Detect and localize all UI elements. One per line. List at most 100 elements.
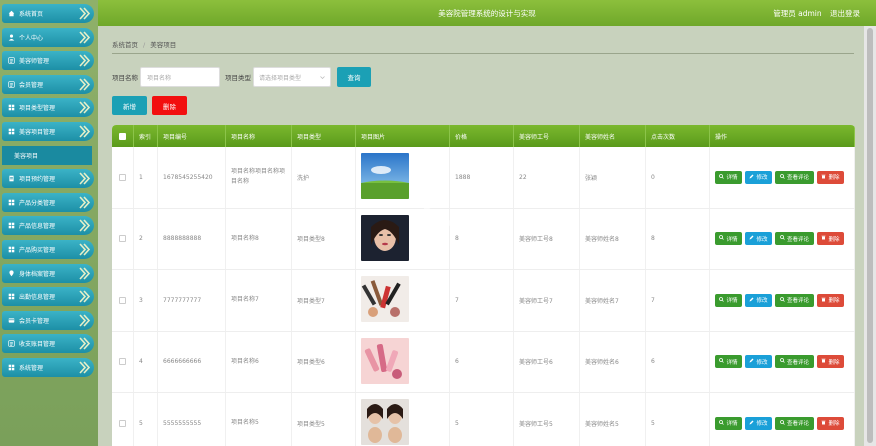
row-select[interactable]: [112, 208, 134, 269]
sidebar-item-label: 出勤信息管理: [19, 294, 56, 302]
column-header: 项目编号: [158, 125, 226, 147]
sidebar-item-1[interactable]: 个人中心: [2, 27, 94, 47]
cell-staff-no: 美容师工号7: [514, 270, 580, 331]
table-row[interactable]: 2 8888888888 项目名称8 项目类型8 8 美容师工号8 美容师姓名8 8 详情 修改查…: [112, 208, 855, 270]
sidebar-item-label: 收支账目管理: [19, 341, 56, 349]
scrollbar-thumb[interactable]: [867, 28, 873, 443]
sidebar-item-11[interactable]: 出勤信息管理: [2, 287, 94, 307]
query-button[interactable]: 查询: [337, 67, 371, 87]
checkbox[interactable]: [119, 358, 126, 366]
column-header: 项目名称: [226, 125, 292, 147]
edit-label: 修改: [756, 175, 768, 182]
sidebar-item-10[interactable]: 身体档案管理: [2, 263, 94, 283]
row-select[interactable]: [112, 147, 134, 208]
search-icon: [780, 173, 787, 181]
view-reviews-button[interactable]: 查看评论: [775, 355, 814, 369]
sidebar-item-0[interactable]: 系统首页: [2, 4, 94, 23]
sidebar-item-6[interactable]: 项目预约管理: [2, 169, 94, 189]
cell-type: 项目类型7: [292, 270, 356, 331]
cell-price: 7: [450, 270, 514, 331]
cell-actions: 详情 修改 查看评论 删除: [710, 147, 855, 208]
sidebar-item-2[interactable]: 美容师管理: [2, 51, 94, 71]
table-row[interactable]: 4 6666666666 项目名称6 项目类型6 6 美容师工号6 美容师姓名6 6 详情 修改查…: [112, 331, 855, 393]
sidebar-item-label: 身体档案管理: [19, 270, 56, 278]
delete-button[interactable]: 删除: [152, 96, 187, 115]
cell-name-text: 项目名称7: [231, 296, 259, 304]
sidebar-item-label: 个人中心: [19, 34, 44, 42]
edit-button[interactable]: 修改: [745, 293, 772, 307]
trash-icon: [821, 358, 828, 365]
sidebar-item-12[interactable]: 会员卡管理: [2, 310, 94, 330]
review-label: 查看评论: [786, 236, 809, 243]
checkbox[interactable]: [119, 235, 126, 243]
name-input[interactable]: 项目名称: [140, 67, 220, 87]
row-select[interactable]: [112, 331, 134, 392]
user-area: 管理员 admin 退出登录: [767, 8, 860, 19]
detail-button[interactable]: 详情: [715, 232, 742, 246]
sidebar-item-13[interactable]: 收支账目管理: [2, 334, 94, 354]
grid-icon: [8, 364, 15, 371]
sidebar-subitem-beauty-project[interactable]: 美容项目: [2, 145, 92, 165]
sidebar-item-7[interactable]: 产品分类管理: [2, 192, 94, 212]
detail-button[interactable]: 详情: [715, 355, 742, 369]
cell-clicks: 7: [646, 270, 710, 331]
checkbox[interactable]: [119, 132, 126, 140]
delete-label: 删除: [828, 421, 840, 428]
cell-staff-no: 美容师工号8: [514, 208, 580, 269]
detail-button[interactable]: 详情: [715, 170, 742, 184]
cell-name: 项目名称5: [226, 393, 292, 446]
sidebar-item-14[interactable]: 系统管理: [2, 357, 94, 377]
search-icon: [719, 358, 726, 365]
header-select-all[interactable]: [112, 125, 134, 147]
sidebar-item-8[interactable]: 产品信息管理: [2, 216, 94, 236]
view-reviews-button[interactable]: 查看评论: [775, 170, 814, 184]
table-row[interactable]: 1 1678545255420 项目名称项目名称项目名称 洗护 1888 22 张颖 0 详情 修…: [112, 147, 855, 209]
type-select[interactable]: 请选择项目类型: [253, 67, 331, 87]
row-delete-button[interactable]: 删除: [817, 355, 844, 369]
edit-button[interactable]: 修改: [745, 355, 772, 369]
view-reviews-button[interactable]: 查看评论: [775, 293, 814, 307]
edit-button[interactable]: 修改: [745, 170, 772, 184]
checkbox[interactable]: [119, 296, 126, 304]
cell-staff-name: 美容师姓名8: [580, 208, 646, 269]
sidebar-item-3[interactable]: 会员管理: [2, 74, 94, 94]
sidebar-item-9[interactable]: 产品购买管理: [2, 239, 94, 259]
sidebar-item-5[interactable]: 美容项目管理: [2, 121, 94, 141]
cell-staff-no: 22: [514, 147, 580, 208]
sidebar: 系统首页 个人中心 美容师管理 会员管理 项目类型管理 美容项目管理 美容项目 项目预约管理产…: [0, 0, 98, 446]
list-icon: [8, 57, 15, 64]
view-reviews-button[interactable]: 查看评论: [775, 416, 814, 430]
edit-button[interactable]: 修改: [745, 416, 772, 430]
chevron-right-icon: [79, 266, 91, 280]
table-header: 索引 项目编号 项目名称 项目类型 项目图片 价格 美容师工号 美容师姓名 点击次数 操作: [112, 125, 855, 147]
grid-icon: [8, 222, 15, 229]
detail-button[interactable]: 详情: [715, 293, 742, 307]
data-table: 索引 项目编号 项目名称 项目类型 项目图片 价格 美容师工号 美容师姓名 点击次数 操作 1 16…: [112, 125, 855, 446]
table-row[interactable]: 3 7777777777 项目名称7 项目类型7 7 美容师工号7 美容师姓名7 7 详情 修改查…: [112, 270, 855, 332]
checkbox[interactable]: [119, 419, 126, 427]
row-delete-button[interactable]: 删除: [817, 170, 844, 184]
cell-clicks: 0: [646, 147, 710, 208]
sidebar-item-4[interactable]: 项目类型管理: [2, 98, 94, 118]
row-delete-button[interactable]: 删除: [817, 232, 844, 246]
sidebar-item-label: 产品信息管理: [19, 223, 56, 231]
add-button[interactable]: 新增: [112, 96, 147, 115]
row-delete-button[interactable]: 删除: [817, 293, 844, 307]
checkbox[interactable]: [119, 173, 126, 181]
cell-price: 5: [450, 393, 514, 446]
cell-staff-name: 美容师姓名6: [580, 331, 646, 392]
review-label: 查看评论: [786, 359, 809, 366]
row-delete-button[interactable]: 删除: [817, 416, 844, 430]
breadcrumb-home[interactable]: 系统首页: [112, 41, 138, 49]
sidebar-item-label: 项目预约管理: [19, 176, 56, 184]
detail-button[interactable]: 详情: [715, 416, 742, 430]
breadcrumb-current: 美容项目: [150, 41, 177, 49]
row-select[interactable]: [112, 270, 134, 331]
logout-link[interactable]: 退出登录: [830, 9, 860, 18]
edit-button[interactable]: 修改: [745, 232, 772, 246]
cell-actions: 详情 修改 查看评论 删除: [710, 393, 855, 446]
table-row[interactable]: 5 5555555555 项目名称5 项目类型5 5 美容师工号5 美容师姓名5 5 详情 修改查…: [112, 393, 855, 446]
scrollbar[interactable]: [864, 26, 876, 446]
view-reviews-button[interactable]: 查看评论: [775, 232, 814, 246]
row-select[interactable]: [112, 393, 134, 446]
